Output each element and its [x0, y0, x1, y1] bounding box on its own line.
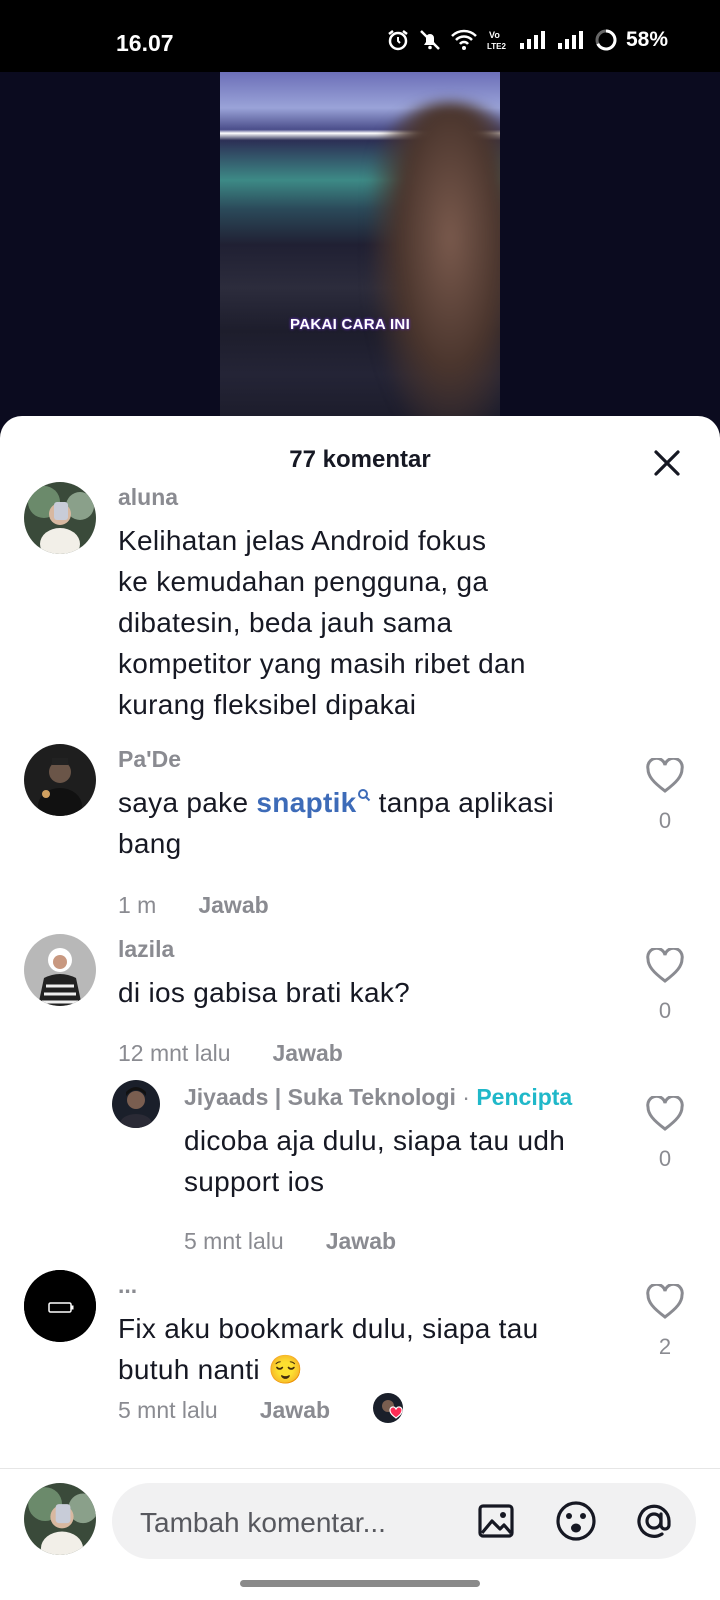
reply-button[interactable]: Jawab: [260, 1397, 330, 1424]
emoji-icon[interactable]: [554, 1499, 598, 1543]
comment-username[interactable]: aluna: [118, 484, 178, 511]
comment-username[interactable]: lazila: [118, 936, 174, 963]
volte-icon: Vo LTE2: [487, 30, 507, 51]
comment-input[interactable]: Tambah komentar...: [112, 1483, 696, 1559]
separator-dot: ·: [462, 1084, 470, 1110]
like-count: 0: [658, 998, 672, 1023]
close-icon[interactable]: [650, 446, 684, 480]
video-thumbnail[interactable]: PAKAI CARA INI: [220, 72, 500, 432]
like-button[interactable]: 0: [640, 1096, 690, 1172]
mention-icon[interactable]: [632, 1499, 676, 1543]
avatar[interactable]: [24, 482, 96, 554]
battery-percent: 58%: [625, 28, 668, 51]
avatar[interactable]: [24, 744, 96, 816]
battery-icon: [595, 29, 617, 51]
comment-meta: 5 mnt lalu Jawab: [118, 1392, 408, 1428]
like-count: 0: [658, 1146, 672, 1171]
reply-button[interactable]: Jawab: [326, 1228, 396, 1255]
comment-text-part: saya pake: [118, 787, 257, 818]
comments-sheet: 77 komentar aluna Kelihatan jelas Androi…: [0, 416, 720, 1600]
search-link[interactable]: snaptik: [256, 787, 356, 818]
status-time: 16.07: [116, 30, 174, 56]
heart-icon: [646, 948, 684, 983]
current-user-avatar: [24, 1483, 96, 1555]
reply-button[interactable]: Jawab: [198, 892, 268, 919]
comment-time: 5 mnt lalu: [118, 1396, 218, 1423]
heart-icon: [646, 1284, 684, 1319]
video-preview-area[interactable]: PAKAI CARA INI: [0, 72, 720, 432]
comment-time: 12 mnt lalu: [118, 1040, 231, 1066]
comment-text-line: Fix aku bookmark dulu, siapa tau: [118, 1313, 539, 1344]
comment-text-line: ke kemudahan pengguna, ga: [118, 566, 489, 597]
comment-text-line: kompetitor yang masih ribet dan: [118, 648, 526, 679]
comment-meta: 1 m Jawab: [118, 892, 269, 919]
heart-icon: [646, 758, 684, 793]
wifi-icon: [451, 29, 477, 50]
svg-text:Vo: Vo: [489, 30, 500, 40]
svg-text:LTE2: LTE2: [487, 42, 507, 51]
navigation-bar: [0, 1568, 720, 1600]
reply-button[interactable]: Jawab: [273, 1040, 343, 1067]
comment-input-placeholder: Tambah komentar...: [140, 1507, 386, 1538]
comments-count-title: 77 komentar: [289, 446, 431, 473]
comment-text: di ios gabisa brati kak?: [118, 977, 411, 1008]
comment-username[interactable]: Pa'De: [118, 746, 181, 773]
heart-icon: [646, 1096, 684, 1131]
signal-icon: [557, 31, 583, 49]
creator-liked-avatar: [372, 1392, 408, 1428]
reply-username-line: Jiyaads | Suka Teknologi · Pencipta: [184, 1084, 572, 1111]
comment-text-line: support ios: [184, 1166, 325, 1197]
signal-icon: [519, 31, 545, 49]
status-icons: Vo LTE2 58%: [386, 28, 668, 52]
comment-time: 5 mnt lalu: [184, 1228, 284, 1254]
comment-meta: 5 mnt lalu Jawab: [184, 1228, 396, 1255]
comment-text-line: bang: [118, 828, 182, 859]
comment-text-line: dicoba aja dulu, siapa tau udh: [184, 1125, 566, 1156]
like-button[interactable]: 0: [640, 948, 690, 1024]
comment-meta: 12 mnt lalu Jawab: [118, 1040, 343, 1067]
image-icon[interactable]: [476, 1501, 516, 1541]
creator-badge: Pencipta: [476, 1084, 573, 1110]
comment-text: saya pake snaptik tanpa aplikasi bang: [118, 782, 618, 864]
avatar[interactable]: [24, 1270, 96, 1342]
comment-text: Fix aku bookmark dulu, siapa tau butuh n…: [118, 1308, 618, 1390]
comment-username[interactable]: ...: [118, 1272, 137, 1299]
comment-text-line: dibatesin, beda jauh sama: [118, 607, 453, 638]
comment-composer: Tambah komentar...: [0, 1468, 720, 1569]
video-caption: PAKAI CARA INI: [290, 316, 411, 333]
comment-username[interactable]: Jiyaads | Suka Teknologi: [184, 1084, 456, 1110]
like-button[interactable]: 2: [640, 1284, 690, 1360]
comment-text-line: butuh nanti 😌: [118, 1354, 304, 1385]
home-gesture-handle[interactable]: [240, 1580, 480, 1587]
like-button[interactable]: 0: [640, 758, 690, 834]
search-icon[interactable]: [357, 788, 371, 802]
video-face-blur: [370, 102, 500, 432]
comment-text-part: tanpa aplikasi: [370, 787, 555, 818]
like-count: 2: [658, 1334, 672, 1359]
comment-text-line: kurang fleksibel dipakai: [118, 689, 417, 720]
avatar[interactable]: [112, 1080, 160, 1128]
status-bar: 16.07 Vo LTE2 58%: [0, 0, 720, 72]
mute-icon: [420, 30, 440, 50]
avatar[interactable]: [24, 934, 96, 1006]
comment-text-line: saya pake snaptik tanpa aplikasi: [118, 782, 618, 823]
comment-text: Kelihatan jelas Android fokus ke kemudah…: [118, 520, 618, 725]
like-count: 0: [658, 808, 672, 833]
comment-text-line: Kelihatan jelas Android fokus: [118, 525, 487, 556]
comment-time: 1 m: [118, 892, 157, 918]
comment-text: dicoba aja dulu, siapa tau udh support i…: [184, 1120, 624, 1202]
alarm-icon: [388, 30, 408, 51]
